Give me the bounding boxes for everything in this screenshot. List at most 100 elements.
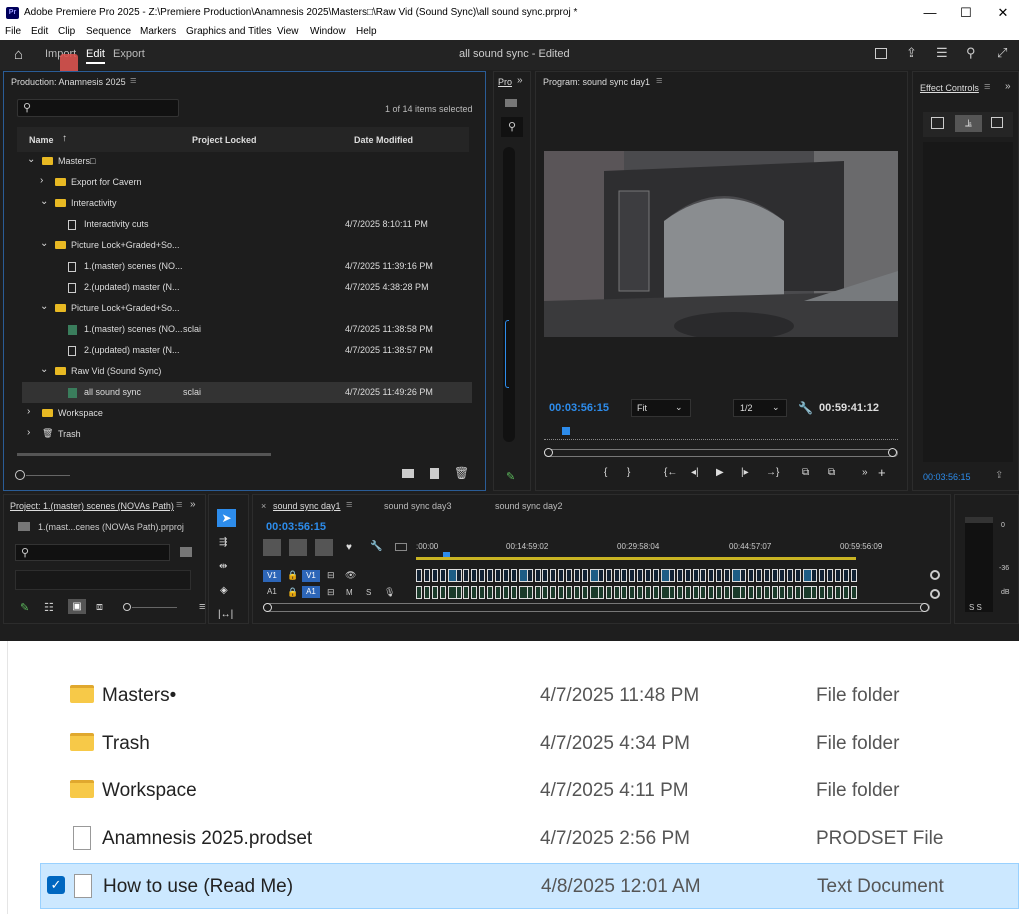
tab-export[interactable]: Export	[113, 48, 145, 60]
audio-clip[interactable]	[574, 586, 580, 599]
trash-icon[interactable]: 🗑	[454, 466, 469, 480]
go-to-in-icon[interactable]: {←	[664, 467, 677, 478]
audio-clip[interactable]	[439, 586, 446, 599]
sort-ascending-icon[interactable]: ↑	[62, 133, 67, 144]
video-clip[interactable]	[495, 569, 501, 582]
explorer-row[interactable]: Masters• 4/7/2025 11:48 PM File folder	[40, 673, 1019, 719]
column-project-locked[interactable]: Project Locked	[192, 135, 257, 145]
track-scroll-knob[interactable]	[930, 570, 940, 580]
audio-clip[interactable]	[724, 586, 731, 599]
audio-clip[interactable]	[700, 586, 707, 599]
program-monitor-title[interactable]: Program: sound sync day1	[543, 77, 650, 87]
video-clip[interactable]	[431, 569, 438, 582]
audio-clip[interactable]	[534, 586, 541, 599]
video-clip[interactable]	[716, 569, 723, 582]
zoom-handle-left[interactable]	[263, 603, 272, 612]
microphone-icon[interactable]: 🎙	[384, 587, 395, 598]
menu-window[interactable]: Window	[310, 26, 346, 37]
video-clip[interactable]	[795, 569, 802, 582]
project-panel-title[interactable]: Production: Anamnesis 2025	[11, 77, 126, 87]
audio-clip[interactable]	[621, 586, 628, 599]
track-select-tool-icon[interactable]: ⇶	[219, 537, 227, 548]
project-tree-row[interactable]: ⌄ Interactivity	[22, 193, 472, 214]
chevron-down-icon[interactable]: ⌄	[40, 301, 48, 312]
video-clip[interactable]	[739, 569, 746, 582]
zoom-scrollbar[interactable]	[544, 449, 898, 457]
video-clip[interactable]	[581, 569, 588, 582]
column-date-modified[interactable]: Date Modified	[354, 135, 413, 145]
project-tree-row[interactable]: ⌄ Raw Vid (Sound Sync)	[22, 361, 472, 382]
audio-clip[interactable]	[510, 586, 517, 599]
video-clip[interactable]	[613, 569, 620, 582]
audio-clip[interactable]	[629, 586, 636, 599]
video-clip[interactable]	[818, 569, 825, 582]
search-input[interactable]: ⚲	[17, 99, 179, 117]
video-clip[interactable]	[724, 569, 731, 582]
video-frame[interactable]	[544, 151, 898, 337]
panel-menu-icon[interactable]: ≡	[656, 75, 662, 87]
project-tree-row[interactable]: ⌄ Masters□	[22, 151, 472, 172]
video-clip[interactable]	[700, 569, 707, 582]
menu-view[interactable]: View	[277, 26, 299, 37]
video-clip[interactable]	[605, 569, 612, 582]
list-view-icon[interactable]: ☷	[44, 601, 54, 614]
project-tree-row[interactable]: › 🗑 Trash	[22, 424, 472, 445]
video-clip[interactable]	[416, 569, 422, 582]
panel-overflow-icon[interactable]: »	[517, 75, 523, 86]
explorer-row[interactable]: Anamnesis 2025.prodset 4/7/2025 2:56 PM PR…	[40, 816, 1019, 862]
video-clip[interactable]	[597, 569, 604, 582]
audio-clip[interactable]	[479, 586, 486, 599]
audio-clip[interactable]	[423, 586, 430, 599]
audio-clip[interactable]	[542, 586, 549, 599]
razor-tool-icon[interactable]: ◈	[220, 585, 228, 596]
audio-clip[interactable]	[502, 586, 509, 599]
audio-clip[interactable]	[787, 586, 794, 599]
resolution-dropdown[interactable]: 1/2 ⌄	[733, 399, 787, 417]
video-clip[interactable]	[811, 569, 817, 582]
project-tree-row[interactable]: all sound sync sclai 4/7/2025 11:49:26 PM	[22, 382, 472, 403]
audio-clip[interactable]	[471, 586, 478, 599]
new-bin-icon[interactable]	[402, 469, 414, 478]
video-clip[interactable]	[621, 569, 628, 582]
audio-clip[interactable]	[676, 586, 683, 599]
effect-controls-title[interactable]: Effect Controls	[920, 83, 979, 93]
a1-track-target[interactable]: A1	[302, 586, 320, 598]
go-to-out-icon[interactable]: →}	[766, 467, 779, 478]
video-clip[interactable]	[645, 569, 652, 582]
audio-clip[interactable]	[795, 586, 802, 599]
video-clip[interactable]	[423, 569, 430, 582]
panel-menu-icon[interactable]: ≡	[346, 499, 352, 511]
tab-sound-sync-day2[interactable]: sound sync day2	[495, 501, 563, 511]
audio-clip[interactable]	[566, 586, 573, 599]
video-clip[interactable]	[534, 569, 541, 582]
audio-clip[interactable]	[826, 586, 833, 599]
time-ruler[interactable]	[544, 430, 898, 440]
ripple-edit-tool-icon[interactable]: ⇹	[219, 561, 227, 572]
zoom-slider-handle[interactable]	[15, 470, 25, 480]
audio-clip[interactable]	[771, 586, 778, 599]
progress-icon[interactable]: ☰	[936, 45, 948, 61]
fit-dropdown[interactable]: Fit ⌄	[631, 399, 691, 417]
video-clip[interactable]	[747, 569, 754, 582]
menu-sequence[interactable]: Sequence	[86, 26, 131, 37]
chevron-down-icon[interactable]: ⌄	[40, 196, 48, 207]
audio-clip[interactable]	[613, 586, 620, 599]
audio-clip[interactable]	[463, 586, 470, 599]
audio-clip[interactable]	[739, 586, 746, 599]
eye-icon[interactable]: 👁	[345, 570, 356, 581]
audio-clip[interactable]	[431, 586, 438, 599]
project-tree-row[interactable]: 2.(updated) master (N... 4/7/2025 4:38:28…	[22, 277, 472, 298]
panel-overflow-icon[interactable]: »	[1005, 81, 1011, 92]
mark-in-icon[interactable]: {	[604, 467, 607, 478]
project-tree-row[interactable]: ⌄ Picture Lock+Graded+So...	[22, 298, 472, 319]
lock-icon[interactable]: 🔒	[287, 587, 298, 598]
video-clip[interactable]	[574, 569, 580, 582]
audio-clip[interactable]	[684, 586, 691, 599]
timeline-zoom-scrollbar[interactable]	[263, 603, 930, 612]
chevron-right-icon[interactable]: ›	[40, 175, 43, 186]
video-clip[interactable]	[455, 569, 462, 582]
menu-markers[interactable]: Markers	[140, 26, 176, 37]
quick-search-icon[interactable]: ⚲	[966, 45, 976, 61]
linked-selection-icon[interactable]	[315, 539, 333, 556]
zoom-handle-right[interactable]	[888, 448, 897, 457]
